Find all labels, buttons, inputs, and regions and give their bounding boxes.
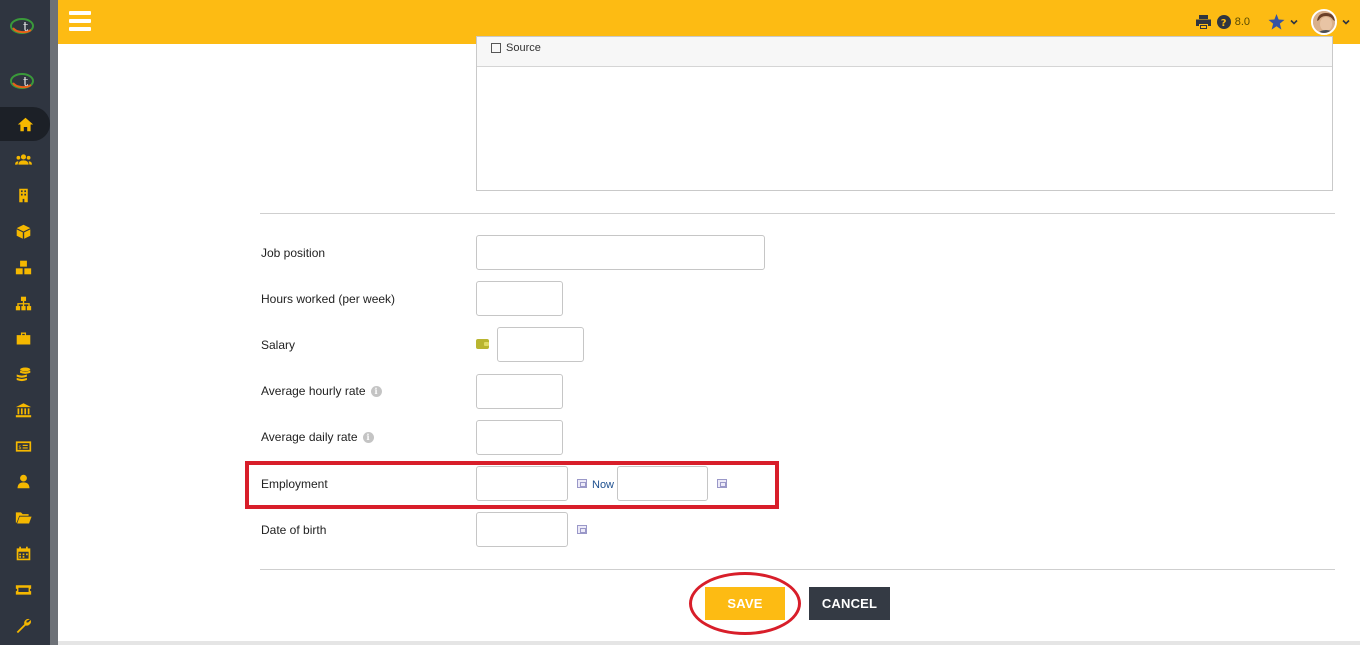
form-footer-divider: [260, 569, 1335, 570]
sidebar-item-projects[interactable]: [0, 321, 46, 355]
building-icon: [18, 188, 28, 202]
job-position-label: Job position: [261, 246, 326, 260]
editor-toolbar: Source: [477, 37, 1332, 67]
avatar[interactable]: [1311, 9, 1337, 35]
app-logo-icon[interactable]: t: [10, 16, 38, 36]
description-editor[interactable]: Source: [476, 36, 1333, 191]
svg-text:?: ?: [1221, 18, 1227, 29]
ticket-icon: [15, 584, 31, 595]
help-icon[interactable]: ?: [1216, 15, 1231, 29]
job-position-input[interactable]: [476, 235, 765, 270]
sidebar-item-companies[interactable]: [0, 178, 46, 212]
average-daily-rate-label: Average daily rate i: [261, 430, 374, 444]
section-divider: [260, 213, 1335, 214]
source-button[interactable]: Source: [491, 42, 541, 54]
menu-toggle-icon[interactable]: [69, 11, 91, 31]
sidebar-item-organization[interactable]: [0, 286, 46, 320]
sidebar-item-hrm[interactable]: [0, 464, 46, 498]
sidebar-item-billing[interactable]: [0, 357, 46, 391]
sidebar-item-tickets[interactable]: [0, 572, 46, 606]
print-icon[interactable]: [1195, 15, 1211, 29]
boxes-icon: [15, 260, 31, 274]
brand-logo-icon: t: [10, 73, 34, 90]
window-bottom-edge: [58, 641, 1360, 645]
date-of-birth-input[interactable]: [476, 512, 568, 547]
date-of-birth-label: Date of birth: [261, 523, 327, 537]
average-hourly-rate-label: Average hourly rate i: [261, 384, 382, 398]
average-hourly-rate-input[interactable]: [476, 374, 563, 409]
cancel-button[interactable]: CANCEL: [809, 587, 890, 620]
info-icon[interactable]: i: [362, 431, 374, 443]
briefcase-icon: [16, 332, 30, 344]
org-chart-icon: [15, 296, 31, 310]
sidebar-item-stock[interactable]: [0, 250, 46, 284]
home-icon: [17, 117, 33, 131]
bookmark-star-icon[interactable]: [1268, 14, 1285, 30]
calendar-icon: [16, 546, 30, 560]
svg-text:t: t: [23, 20, 29, 35]
wrench-icon: [16, 618, 31, 633]
sidebar-item-expenses[interactable]: $: [0, 429, 46, 463]
wallet-icon: [476, 339, 489, 349]
money-bill-icon: $: [15, 440, 31, 452]
chevron-down-icon[interactable]: [1290, 18, 1298, 26]
hours-worked-label: Hours worked (per week): [261, 292, 396, 306]
salary-input[interactable]: [497, 327, 584, 362]
save-highlight-ellipse: [689, 572, 801, 635]
folder-open-icon: [15, 511, 32, 523]
version-label: 8.0: [1234, 16, 1250, 28]
coins-icon: [16, 367, 30, 381]
sidebar-item-tools[interactable]: [0, 608, 46, 642]
sidebar-item-bank[interactable]: [0, 393, 46, 427]
average-daily-rate-input[interactable]: [476, 420, 563, 455]
user-tie-icon: [17, 474, 29, 488]
sidebar-item-agenda[interactable]: [0, 536, 46, 570]
sidebar-item-contacts[interactable]: [0, 142, 46, 176]
bank-icon: [15, 402, 31, 417]
source-icon: [491, 42, 501, 53]
sidebar: t t $: [0, 0, 50, 645]
calendar-icon[interactable]: [577, 525, 587, 534]
sidebar-scroll-track[interactable]: [50, 0, 58, 645]
svg-text:$: $: [18, 445, 21, 451]
sidebar-item-home[interactable]: [0, 107, 50, 141]
info-icon[interactable]: i: [370, 385, 382, 397]
box-icon: [16, 224, 30, 239]
users-icon: [14, 153, 32, 165]
chevron-down-icon[interactable]: [1342, 18, 1350, 26]
sidebar-item-documents[interactable]: [0, 500, 46, 534]
employment-highlight-box: [245, 461, 779, 509]
sidebar-item-products[interactable]: [0, 214, 46, 248]
svg-text:t: t: [23, 75, 29, 90]
source-button-label: Source: [506, 41, 541, 54]
salary-label: Salary: [261, 338, 296, 352]
hours-worked-input[interactable]: [476, 281, 563, 316]
